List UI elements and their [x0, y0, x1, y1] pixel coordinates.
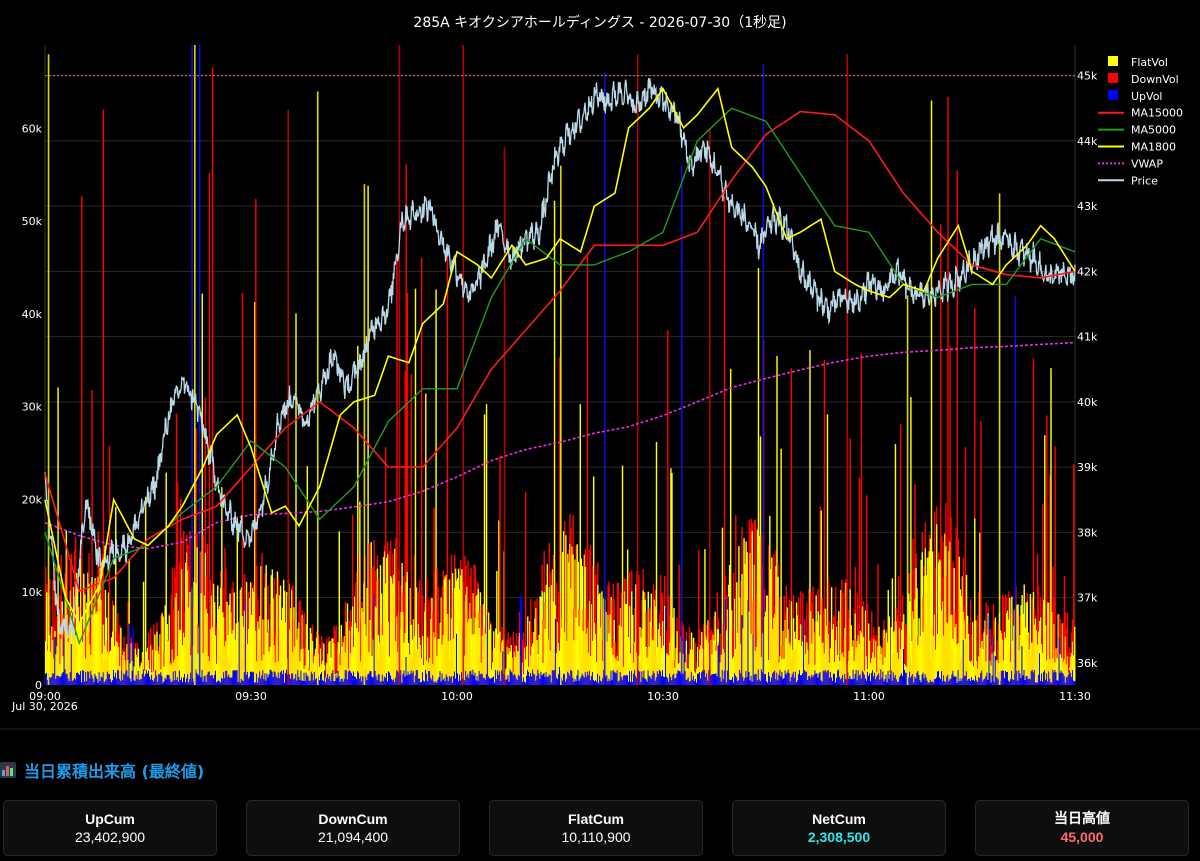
- volume-spike-bar: [398, 45, 401, 685]
- legend-label: MA1800: [1131, 141, 1176, 154]
- x-tick-label: 11:30: [1059, 690, 1091, 703]
- x-tick-label: 10:30: [647, 690, 679, 703]
- down-vol-bar: [102, 109, 105, 685]
- day-high-value: 45,000: [1060, 829, 1104, 845]
- y-right-tick-label: 43k: [1077, 200, 1098, 213]
- day-high-label: 当日高値: [1054, 811, 1110, 827]
- y-right-tick-label: 41k: [1077, 331, 1098, 344]
- legend-label: UpVol: [1131, 90, 1163, 103]
- volume-spike-bar: [462, 45, 465, 685]
- y-left-tick-label: 50k: [22, 215, 43, 228]
- volume-spike-bar: [603, 72, 606, 685]
- y-right-tick-label: 44k: [1077, 135, 1098, 148]
- x-date-label: Jul 30, 2026: [11, 700, 78, 713]
- downcum-value: 21,094,400: [317, 829, 389, 845]
- legend-label: MA15000: [1131, 107, 1183, 120]
- flat-vol-bar: [1073, 626, 1076, 685]
- volume-spike-bar: [906, 295, 909, 685]
- volume-spike-bar: [560, 165, 562, 685]
- volume-price-chart: 285A キオクシアホールディングス - 2026-07-30（1秒足) 010…: [0, 0, 1200, 730]
- cumulative-cards: UpCum 23,402,900 DownCum 21,094,400 Flat…: [0, 800, 1200, 861]
- down-vol-bar: [81, 196, 83, 685]
- legend-label: Price: [1131, 174, 1158, 187]
- y-right-tick-label: 42k: [1077, 265, 1098, 278]
- volume-spike-bar: [503, 147, 506, 685]
- y-right-tick-label: 40k: [1077, 396, 1098, 409]
- flatcum-label: FlatCum: [568, 811, 624, 827]
- volume-spike-bar: [47, 54, 50, 685]
- flatcum-value: 10,110,900: [561, 829, 631, 845]
- flat-vol-bar: [295, 313, 297, 685]
- x-tick-label: 11:00: [853, 690, 885, 703]
- legend-label: VWAP: [1131, 157, 1163, 170]
- chart-title: 285A キオクシアホールディングス - 2026-07-30（1秒足): [413, 14, 786, 31]
- netcum-value: 2,308,500: [807, 829, 871, 845]
- y-right-tick-label: 38k: [1077, 526, 1098, 539]
- y-left-tick-label: 40k: [22, 308, 43, 321]
- y-right-tick-label: 37k: [1077, 592, 1098, 605]
- legend-label: MA5000: [1131, 124, 1176, 137]
- upcum-card: UpCum 23,402,900: [3, 800, 217, 856]
- cumulative-volume-heading: 当日累積出来高 (最終値): [0, 758, 204, 782]
- flatcum-card: FlatCum 10,110,900: [489, 800, 703, 856]
- section-title: 当日累積出来高 (最終値): [24, 762, 205, 781]
- volume-spike-bar: [198, 45, 201, 685]
- up-vol-bar: [1073, 681, 1076, 685]
- y-right-tick-label: 39k: [1077, 461, 1098, 474]
- x-tick-label: 10:00: [441, 690, 473, 703]
- legend-swatch: [1108, 89, 1118, 100]
- upcum-value: 23,402,900: [74, 829, 146, 845]
- y-right-tick-label: 36k: [1077, 657, 1098, 670]
- y-right-tick-label: 45k: [1077, 70, 1098, 83]
- volume-spike-bar: [1014, 295, 1017, 685]
- volume-spike-bar: [363, 184, 366, 685]
- legend-swatch: [1108, 56, 1118, 66]
- downcum-card: DownCum 21,094,400: [246, 800, 460, 856]
- bar-chart-icon: [0, 762, 16, 778]
- volume-spike-bar: [680, 165, 683, 685]
- x-tick-label: 09:30: [235, 690, 267, 703]
- legend-swatch: [1108, 72, 1118, 83]
- volume-spike-bar: [636, 54, 639, 685]
- netcum-label: NetCum: [812, 811, 866, 827]
- legend-label: DownVol: [1131, 73, 1179, 86]
- volume-spike-bar: [194, 45, 196, 685]
- volume-spike-bar: [762, 63, 765, 686]
- volume-spike-bar: [846, 54, 848, 685]
- day-high-card: 当日高値 45,000: [975, 800, 1189, 856]
- y-left-tick-label: 30k: [22, 401, 43, 414]
- volume-spike-bar: [191, 45, 193, 685]
- legend-label: FlatVol: [1131, 56, 1168, 69]
- y-left-tick-label: 20k: [22, 493, 43, 506]
- y-left-tick-label: 60k: [22, 122, 43, 135]
- upcum-label: UpCum: [85, 811, 135, 827]
- volume-spike-bar: [998, 193, 1001, 685]
- downcum-label: DownCum: [318, 811, 388, 827]
- y-left-tick-label: 10k: [22, 586, 43, 599]
- netcum-card: NetCum 2,308,500: [732, 800, 946, 856]
